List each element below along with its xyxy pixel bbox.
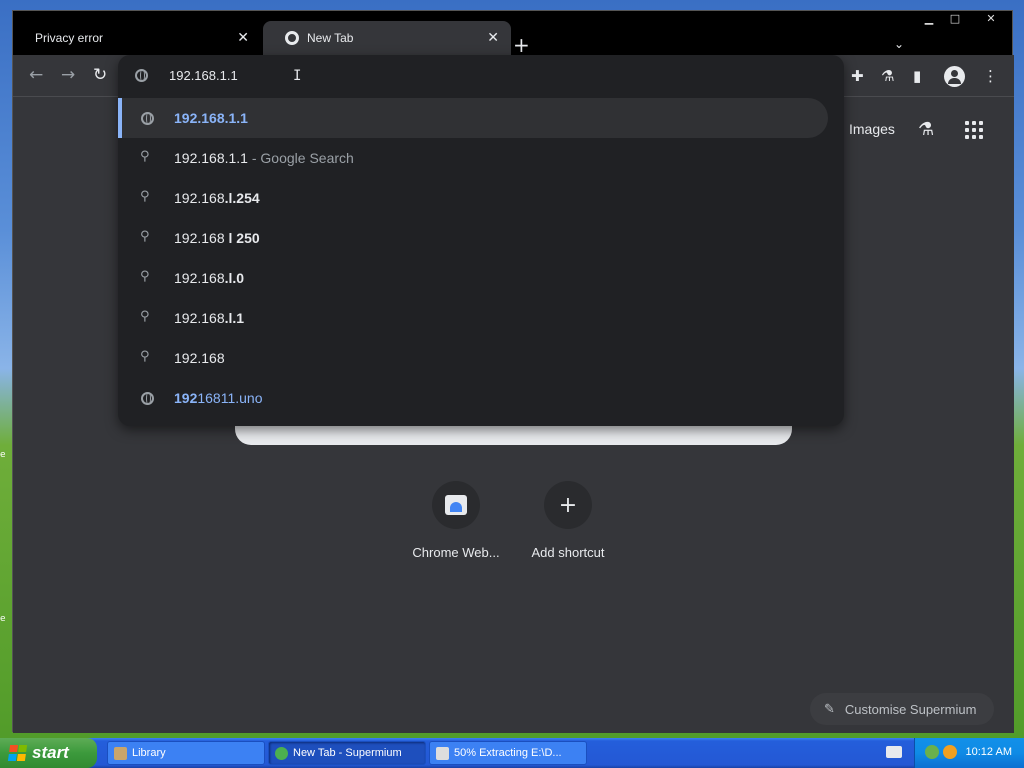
tab-search-chevron-icon[interactable]: ⌄ [894,37,904,51]
suggestion-text: 192.168 [174,230,225,246]
suggestion-text: 192.168 [174,310,225,326]
profile-avatar-icon[interactable] [944,66,965,87]
shortcut-label: Add shortcut [531,545,605,560]
start-button[interactable]: start [0,738,97,768]
browser-window: ▁ □ ✕ Privacy error ✕ New Tab ✕ + ⌄ ← → … [12,10,1014,733]
tab-title: Privacy error [35,31,104,45]
tab-privacy-error[interactable]: Privacy error ✕ [13,21,261,55]
search-icon: ⚲ [140,309,150,324]
suggestion-bold: .l.0 [224,270,245,286]
chrome-icon [285,31,299,45]
suggestion-row[interactable]: ⚲ 192.168 [118,338,828,378]
system-tray: 10:12 AM [914,738,1024,768]
omnibox-dropdown: 192.168.1.1 I 192.168.1.1 ⚲ 192.168.1.1 … [118,55,844,426]
text-cursor-icon: I [293,68,302,84]
reload-button[interactable]: ↻ [93,65,107,85]
taskbar-item-label: New Tab - Supermium [293,747,402,759]
globe-icon [135,69,148,82]
forward-button[interactable]: → [61,65,75,85]
tray-search-icon[interactable] [943,745,957,759]
taskbar-item-7zip[interactable]: 50% Extracting E:\D... [429,741,587,765]
back-button[interactable]: ← [29,65,43,85]
suggestion-row[interactable]: ⚲ 192.168.l.254 [118,178,828,218]
suggestion-bold: .l.254 [224,190,260,206]
new-tab-button[interactable]: + [513,35,530,55]
taskbar-clock: 10:12 AM [965,746,1012,758]
suggestion-text: 192.168 [174,350,225,366]
keyboard-layout-icon[interactable] [886,746,902,758]
suggestion-url-match: 192 [174,390,198,406]
tab-close-icon[interactable]: ✕ [487,30,499,46]
side-panel-icon[interactable]: ▮ [913,67,921,85]
supermium-icon [275,747,288,760]
labs-flask-icon[interactable]: ⚗ [881,67,894,85]
omnibox-text[interactable]: 192.168.1.1 [169,68,238,83]
tab-title: New Tab [307,31,354,45]
suggestion-suffix: - Google Search [247,150,354,166]
suggestion-row[interactable]: ⚲ 192.168 l 250 [118,218,828,258]
globe-icon [141,112,154,125]
plus-icon: + [544,481,592,529]
suggestion-row[interactable]: ⚲ 192.168.l.0 [118,258,828,298]
tab-close-icon[interactable]: ✕ [237,30,249,46]
suggestion-row[interactable]: 19216811.uno [118,378,828,418]
omnibox-input[interactable]: 192.168.1.1 I [118,55,844,97]
shortcut-tile [432,481,480,529]
suggestion-text: 192.168 [174,270,225,286]
menu-kebab-icon[interactable]: ⋮ [983,67,998,85]
suggestion-url: 192.168.1.1 [174,110,248,126]
web-store-icon [445,495,467,515]
google-apps-icon[interactable] [965,121,983,139]
suggestion-text: 192.168.1.1 [174,150,248,166]
taskbar-item-library[interactable]: Library [107,741,265,765]
7zip-icon [436,747,449,760]
suggestion-row[interactable]: ⚲ 192.168.1.1 - Google Search [118,138,828,178]
suggestion-row[interactable]: ⚲ 192.168.l.1 [118,298,828,338]
search-labs-icon[interactable]: ⚗ [918,119,934,140]
search-icon: ⚲ [140,229,150,244]
pencil-icon: ✎ [824,701,835,717]
suggestion-bold: .l.1 [224,310,245,326]
tray-icon[interactable] [925,745,939,759]
start-label: start [32,743,69,762]
shortcut-add[interactable]: + Add shortcut [513,481,623,560]
desktop-icon-label: e [0,450,6,460]
globe-icon [141,392,154,405]
customise-button[interactable]: ✎ Customise Supermium [810,693,994,725]
taskbar: start Library New Tab - Supermium 50% Ex… [0,738,1024,768]
taskbar-item-label: 50% Extracting E:\D... [454,747,562,759]
shortcut-label: Chrome Web... [412,545,500,560]
search-icon: ⚲ [140,189,150,204]
search-icon: ⚲ [140,149,150,164]
extensions-puzzle-icon[interactable]: ✚ [851,67,864,85]
customise-label: Customise Supermium [844,701,977,717]
search-icon: ⚲ [140,269,150,284]
taskbar-item-supermium[interactable]: New Tab - Supermium [268,741,426,765]
suggestion-bold: l 250 [224,230,260,246]
images-link[interactable]: Images [849,121,895,137]
suggestion-text: 192.168 [174,190,225,206]
shortcut-chrome-web-store[interactable]: Chrome Web... [401,481,511,560]
windows-flag-icon [7,745,28,761]
suggestion-row[interactable]: 192.168.1.1 [118,98,828,138]
desktop-icon-label: e [0,614,6,624]
library-icon [114,747,127,760]
tab-new-tab[interactable]: New Tab ✕ [263,21,511,55]
tab-strip: Privacy error ✕ New Tab ✕ + ⌄ [13,21,1014,55]
taskbar-item-label: Library [132,747,166,759]
suggestion-url-rest: 16811.uno [197,390,263,406]
search-icon: ⚲ [140,349,150,364]
